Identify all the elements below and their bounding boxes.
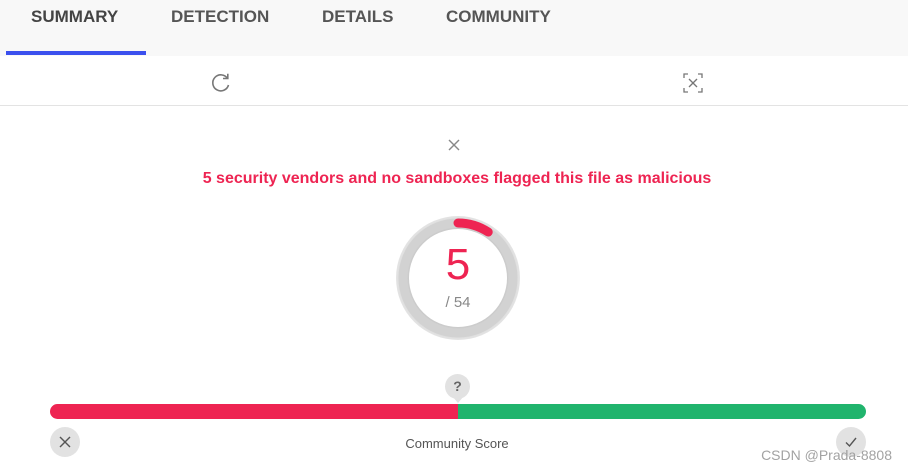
community-score-bar <box>50 404 866 419</box>
fullscreen-icon[interactable] <box>680 70 706 96</box>
detection-headline: 5 security vendors and no sandboxes flag… <box>202 170 712 187</box>
watermark: CSDN @Prada-8808 <box>761 447 892 463</box>
community-negative-segment <box>50 404 458 419</box>
detection-count: 5 <box>445 240 471 289</box>
detection-total: / 54 <box>445 294 471 311</box>
tab-detection[interactable]: DETECTION <box>171 0 269 56</box>
tab-bar: SUMMARY DETECTION DETAILS COMMUNITY <box>0 0 908 56</box>
toolbar <box>0 56 908 106</box>
community-positive-segment <box>458 404 866 419</box>
tab-community[interactable]: COMMUNITY <box>446 0 551 56</box>
refresh-icon[interactable] <box>208 70 234 96</box>
help-pointer <box>452 396 464 403</box>
tab-details[interactable]: DETAILS <box>322 0 393 56</box>
close-icon[interactable] <box>446 137 462 153</box>
active-tab-indicator <box>6 51 146 55</box>
tab-summary[interactable]: SUMMARY <box>31 0 118 56</box>
